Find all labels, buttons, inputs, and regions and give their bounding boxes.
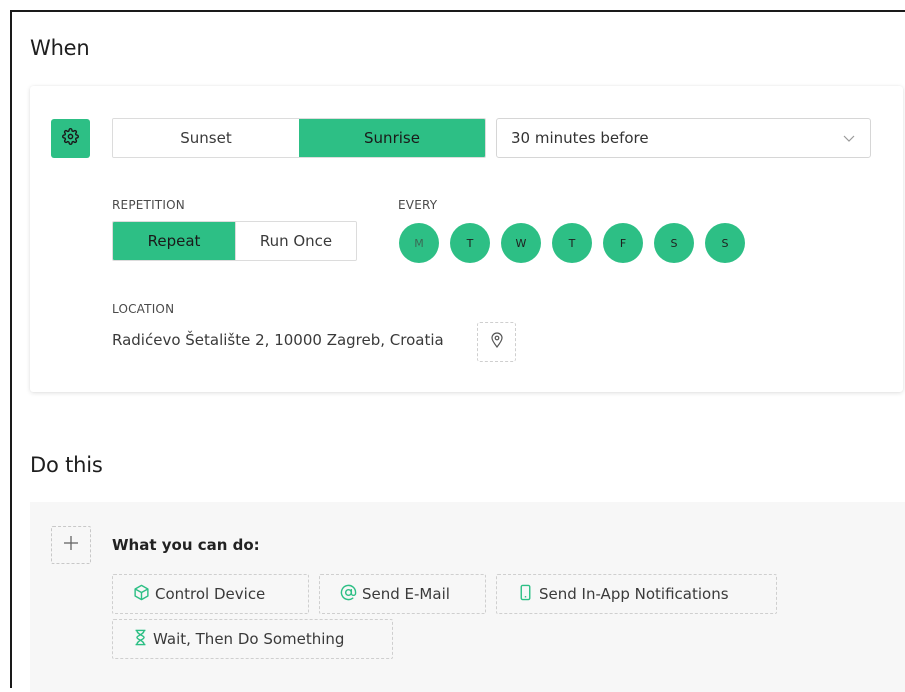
control-device-label: Control Device	[155, 585, 266, 603]
day-saturday[interactable]: S	[654, 223, 694, 263]
repetition-label: REPETITION	[112, 198, 185, 212]
pick-location-button[interactable]	[477, 322, 516, 362]
location-label: LOCATION	[112, 302, 175, 316]
send-email-button[interactable]: Send E-Mail	[319, 574, 486, 614]
cube-icon	[133, 584, 150, 605]
weekday-picker: M T W T F S S	[399, 223, 745, 263]
gear-icon	[62, 128, 79, 149]
when-section-title: When	[30, 36, 90, 60]
wait-then-do-something-label: Wait, Then Do Something	[153, 630, 345, 648]
day-tuesday[interactable]: T	[450, 223, 490, 263]
run-once-option[interactable]: Run Once	[235, 222, 356, 260]
repeat-option[interactable]: Repeat	[113, 222, 235, 260]
at-icon	[340, 584, 357, 605]
sunrise-option[interactable]: Sunrise	[299, 119, 485, 157]
send-email-label: Send E-Mail	[362, 585, 450, 603]
do-this-section-title: Do this	[30, 453, 103, 477]
repetition-toggle: Repeat Run Once	[112, 221, 357, 261]
send-in-app-notifications-button[interactable]: Send In-App Notifications	[496, 574, 777, 614]
day-wednesday[interactable]: W	[501, 223, 541, 263]
actions-panel: What you can do: Control Device Send E-M…	[30, 502, 905, 692]
day-thursday[interactable]: T	[552, 223, 592, 263]
every-label: EVERY	[398, 198, 438, 212]
settings-button[interactable]	[51, 119, 90, 158]
hourglass-icon	[133, 629, 148, 650]
location-address: Radićevo Šetalište 2, 10000 Zagreb, Croa…	[112, 331, 444, 349]
send-in-app-notifications-label: Send In-App Notifications	[539, 585, 729, 603]
day-sunday[interactable]: S	[705, 223, 745, 263]
plus-icon	[63, 535, 79, 555]
sunset-option[interactable]: Sunset	[113, 119, 299, 157]
chevron-down-icon	[842, 131, 856, 149]
when-card: Sunset Sunrise 30 minutes before REPETIT…	[30, 86, 903, 392]
time-offset-select[interactable]: 30 minutes before	[496, 118, 871, 158]
actions-heading: What you can do:	[112, 536, 260, 554]
wait-then-do-something-button[interactable]: Wait, Then Do Something	[112, 619, 393, 659]
add-action-button[interactable]	[51, 526, 91, 564]
control-device-button[interactable]: Control Device	[112, 574, 309, 614]
day-friday[interactable]: F	[603, 223, 643, 263]
phone-icon	[517, 584, 534, 605]
map-pin-icon	[490, 332, 504, 352]
time-offset-value: 30 minutes before	[511, 129, 649, 147]
sun-event-toggle: Sunset Sunrise	[112, 118, 486, 158]
day-monday[interactable]: M	[399, 223, 439, 263]
automation-editor: When Sunset Sunrise 30 minutes before RE…	[10, 10, 905, 692]
